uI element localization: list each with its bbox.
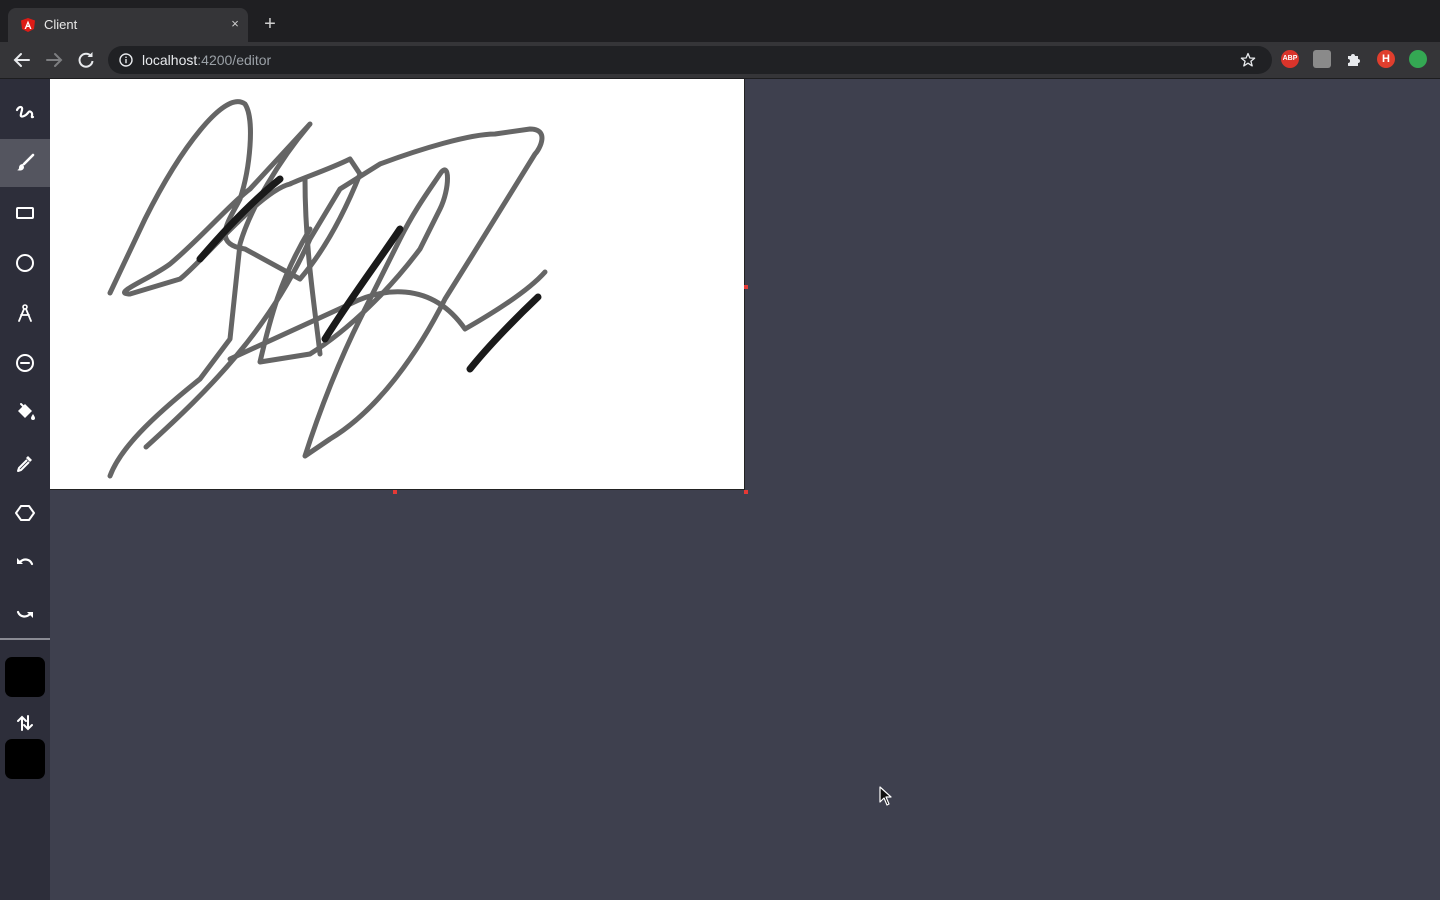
minus-circle-icon xyxy=(16,354,34,372)
forward-icon[interactable] xyxy=(43,50,65,70)
tab-close-icon[interactable]: × xyxy=(226,15,244,33)
green-extension-icon[interactable] xyxy=(1409,50,1427,68)
back-icon[interactable] xyxy=(11,50,33,70)
redo-icon xyxy=(16,610,33,618)
ellipse-tool[interactable] xyxy=(0,239,50,287)
resize-handle-corner[interactable] xyxy=(744,490,748,494)
browser-tab[interactable]: Client × xyxy=(8,8,248,42)
new-tab-button[interactable]: + xyxy=(260,14,280,34)
brush-tool[interactable] xyxy=(0,139,50,187)
cursor-icon xyxy=(879,786,892,806)
tool-divider xyxy=(0,638,50,640)
url-path: :4200/editor xyxy=(197,52,272,68)
resize-handle-right[interactable] xyxy=(744,285,748,289)
redo-button[interactable] xyxy=(0,589,50,637)
rectangle-tool[interactable] xyxy=(0,189,50,237)
drawing-canvas[interactable] xyxy=(50,79,745,490)
eraser-tool[interactable] xyxy=(0,339,50,387)
brush-icon xyxy=(17,153,35,171)
swap-colors-icon[interactable] xyxy=(14,712,36,734)
paint-bucket-icon xyxy=(18,403,35,420)
resize-handle-bottom[interactable] xyxy=(393,490,397,494)
url-text[interactable]: localhost:4200/editor xyxy=(142,52,271,68)
url-host: localhost xyxy=(142,52,198,68)
browser-tab-bar: Client × + xyxy=(0,0,1440,42)
profile-avatar-icon[interactable]: H xyxy=(1377,50,1395,68)
rectangle-icon xyxy=(16,207,34,219)
angular-icon xyxy=(21,18,35,32)
info-icon[interactable] xyxy=(119,53,133,67)
brush-stroke xyxy=(107,99,548,479)
hexagon-icon xyxy=(15,505,35,521)
browser-toolbar: localhost:4200/editor xyxy=(0,42,1440,79)
bookmark-star-icon[interactable] xyxy=(1240,52,1256,68)
circle-icon xyxy=(16,254,34,272)
fill-tool[interactable] xyxy=(0,387,50,435)
secondary-color-swatch[interactable] xyxy=(5,739,45,779)
tab-title: Client xyxy=(44,17,78,32)
eyedropper-tool[interactable] xyxy=(0,439,50,487)
freehand-tool[interactable] xyxy=(0,89,50,137)
squiggle-icon xyxy=(15,105,35,119)
extensions-puzzle-icon[interactable] xyxy=(1345,50,1363,68)
canvas-drawing xyxy=(107,99,548,479)
polygon-tool[interactable] xyxy=(0,489,50,537)
address-bar[interactable]: localhost:4200/editor xyxy=(108,46,1272,74)
translate-extension-icon[interactable] xyxy=(1313,50,1331,68)
undo-icon xyxy=(17,558,34,566)
tool-panel xyxy=(0,79,50,900)
pen-tool[interactable] xyxy=(0,289,50,337)
undo-button[interactable] xyxy=(0,539,50,587)
primary-color-swatch[interactable] xyxy=(5,657,45,697)
reload-icon[interactable] xyxy=(75,50,97,70)
compass-icon xyxy=(18,304,32,322)
eyedropper-icon xyxy=(17,456,32,472)
adblock-extension-icon[interactable]: ABP xyxy=(1281,50,1299,68)
